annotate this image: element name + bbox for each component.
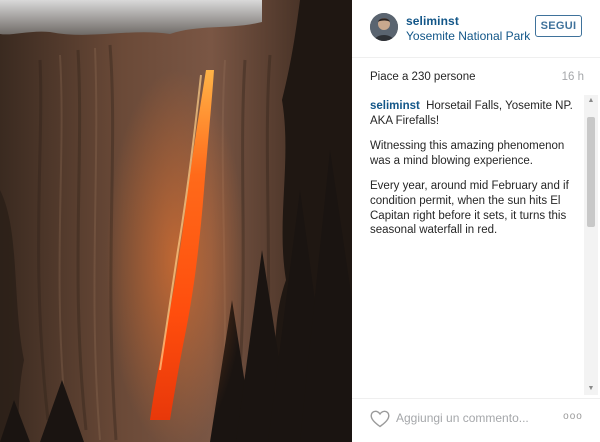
firefall-photo-graphic [0, 0, 352, 442]
likes-row: Piace a 230 persone 16 h [370, 71, 584, 87]
post-footer: ooo [352, 398, 600, 442]
caption-username-link[interactable]: seliminst [370, 100, 420, 112]
caption: seliminst Horsetail Falls, Yosemite NP. … [370, 99, 580, 249]
likes-count[interactable]: Piace a 230 persone [370, 71, 476, 83]
scrollbar-thumb[interactable] [587, 117, 595, 227]
heart-outline-icon[interactable] [370, 410, 390, 428]
avatar-image [370, 13, 398, 41]
post-photo[interactable] [0, 0, 352, 442]
caption-paragraph-2: Witnessing this amazing phenomenon was a… [370, 140, 565, 167]
triangle-down-icon[interactable]: ▼ [584, 383, 598, 395]
avatar[interactable] [370, 13, 398, 41]
triangle-up-icon[interactable]: ▲ [584, 95, 598, 107]
comments-scrollbar[interactable]: ▲ ▼ [584, 95, 598, 395]
comment-input[interactable] [396, 407, 546, 429]
follow-button[interactable]: SEGUI [535, 15, 582, 37]
location-link[interactable]: Yosemite National Park [406, 29, 530, 43]
caption-paragraph-3: Every year, around mid February and if c… [370, 180, 569, 237]
username-link[interactable]: seliminst [406, 14, 459, 28]
more-options-icon[interactable]: ooo [562, 412, 584, 422]
caption-paragraph: seliminst Horsetail Falls, Yosemite NP. … [370, 99, 580, 128]
post-details-panel: seliminst Yosemite National Park SEGUI P… [352, 0, 600, 442]
post-timestamp[interactable]: 16 h [562, 71, 584, 83]
post-header: seliminst Yosemite National Park SEGUI [352, 0, 600, 58]
